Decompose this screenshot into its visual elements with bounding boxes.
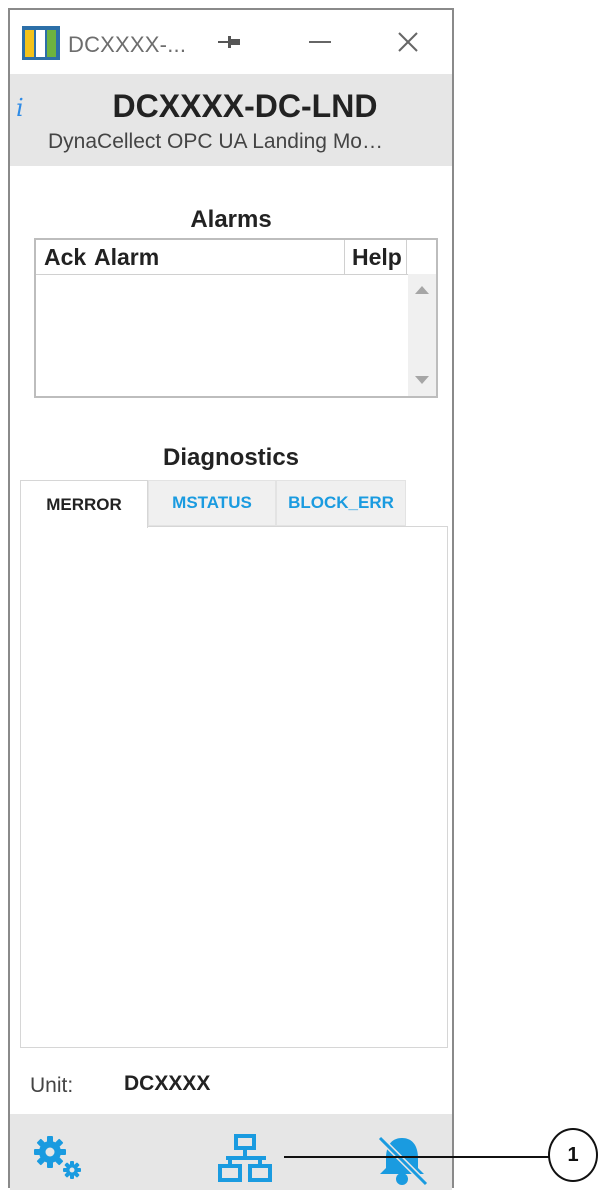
alarms-table[interactable]: Ack Alarm Help <box>34 238 438 398</box>
unit-label: Unit: <box>30 1074 74 1097</box>
scroll-up-arrow-icon[interactable] <box>415 286 429 294</box>
diagnostics-panel <box>20 526 448 1048</box>
app-window: DCXXXX-... i DCXXXX-DC-LND DynaCellect O… <box>8 8 454 1190</box>
settings-gears-icon <box>34 1136 81 1179</box>
device-subtitle: DynaCellect OPC UA Landing Mo… <box>48 130 383 153</box>
column-header-alarm[interactable]: Alarm <box>94 244 159 271</box>
network-icon <box>218 1134 272 1182</box>
alarms-table-header: Ack Alarm Help <box>36 240 436 275</box>
pin-icon <box>218 36 240 48</box>
diagnostics-title: Diagnostics <box>162 444 300 471</box>
column-divider[interactable] <box>406 240 407 274</box>
minimize-icon <box>309 41 331 43</box>
device-header: i DCXXXX-DC-LND DynaCellect OPC UA Landi… <box>10 74 452 166</box>
column-divider[interactable] <box>344 240 345 274</box>
callout-line <box>284 1156 552 1158</box>
column-header-ack[interactable]: Ack <box>44 244 94 271</box>
tab-block-err[interactable]: BLOCK_ERR <box>276 480 406 526</box>
callout-number: 1 <box>548 1128 598 1182</box>
app-logo-icon <box>22 26 60 60</box>
title-bar: DCXXXX-... <box>10 10 452 74</box>
alarms-title: Alarms <box>190 206 272 233</box>
tab-mstatus[interactable]: MSTATUS <box>148 480 276 526</box>
column-header-help[interactable]: Help <box>352 244 406 271</box>
network-button[interactable] <box>216 1132 276 1188</box>
close-icon <box>398 32 418 52</box>
device-name: DCXXXX-DC-LND <box>112 88 378 124</box>
window-title: DCXXXX-... <box>68 32 187 57</box>
minimize-button[interactable] <box>300 24 340 60</box>
alarms-scrollbar[interactable] <box>408 274 436 396</box>
bell-muted-icon <box>377 1135 429 1187</box>
tab-merror[interactable]: MERROR <box>20 480 148 528</box>
settings-button[interactable] <box>28 1132 88 1188</box>
close-button[interactable] <box>388 24 428 60</box>
footer-toolbar <box>10 1114 452 1190</box>
pin-button[interactable] <box>210 24 250 60</box>
unit-value: DCXXXX <box>124 1072 211 1095</box>
scroll-down-arrow-icon[interactable] <box>415 376 429 384</box>
alarm-mute-button[interactable] <box>370 1132 430 1188</box>
